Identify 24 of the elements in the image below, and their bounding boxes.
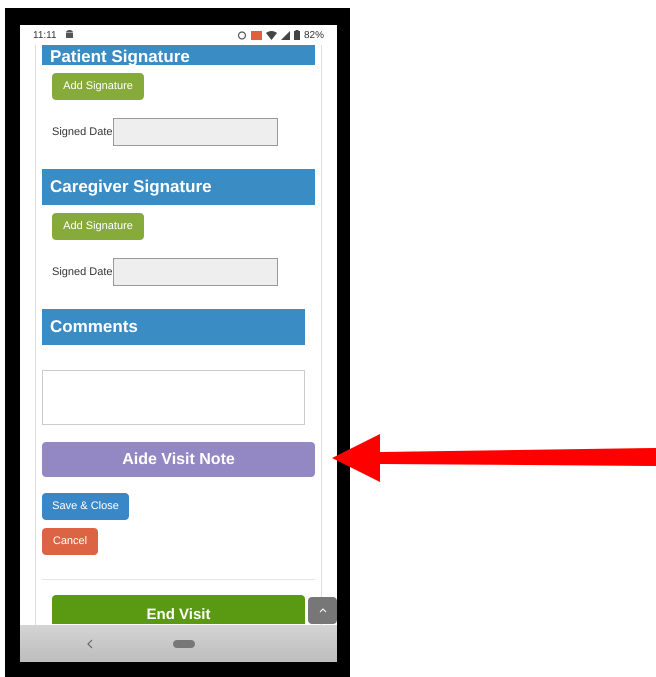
section-header: Caregiver Signature: [42, 169, 315, 205]
clock-text: 11:11: [33, 28, 57, 42]
add-signature-button[interactable]: Add Signature: [52, 73, 144, 100]
back-icon[interactable]: [87, 638, 93, 648]
add-signature-button[interactable]: Add Signature: [52, 213, 144, 240]
aide-visit-note-button[interactable]: Aide Visit Note: [42, 442, 315, 477]
date-input-field[interactable]: [112, 258, 278, 286]
date-input-field[interactable]: [112, 118, 278, 146]
chevron-up-icon: [318, 608, 326, 613]
battery-text: 82%: [304, 28, 324, 42]
section-header: Comments: [42, 309, 305, 345]
comments-input-field[interactable]: [42, 370, 305, 425]
pointing-arrow-icon: [332, 434, 656, 482]
battery-icon: [294, 30, 300, 40]
scroll-up-button[interactable]: [308, 597, 337, 624]
wifi-icon: [266, 30, 277, 40]
end-visit-button[interactable]: End Visit: [52, 595, 305, 624]
field-label: Signed Date: [52, 264, 113, 280]
android-icon: [64, 30, 74, 40]
signal-icon: [280, 30, 290, 40]
home-handle-icon[interactable]: [173, 640, 195, 648]
cancel-button[interactable]: Cancel: [42, 528, 98, 555]
save-close-button[interactable]: Save & Close: [42, 493, 129, 520]
field-label: Signed Date: [52, 124, 113, 140]
